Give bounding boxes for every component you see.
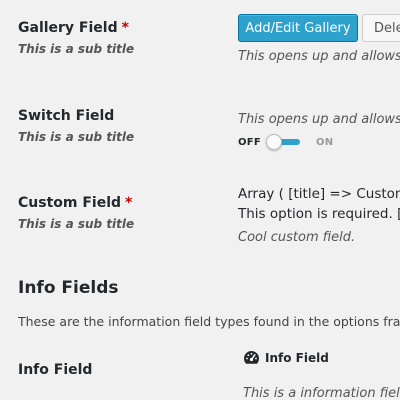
custom-field-subtitle: This is a sub title: [18, 217, 135, 231]
switch-field-description: This opens up and allows y: [238, 112, 400, 127]
gallery-field-label: Gallery Field: [18, 20, 118, 36]
info-fields-heading: Info Fields: [18, 278, 119, 298]
options-panel: Gallery Field * This is a sub title Add/E…: [0, 0, 400, 400]
custom-field-title: Custom Field *: [18, 195, 132, 211]
required-marker: *: [121, 20, 129, 36]
info-box-text: This is a information field: [243, 386, 400, 400]
info-box-title: Info Field: [265, 350, 329, 365]
required-marker: *: [125, 195, 133, 211]
switch-field-title: Switch Field: [18, 108, 115, 124]
switch-knob[interactable]: [266, 134, 282, 150]
delete-gallery-button[interactable]: Dele: [362, 14, 400, 42]
info-field-box-header: Info Field: [243, 350, 329, 365]
custom-field-label: Custom Field: [18, 195, 122, 211]
info-field-title: Info Field: [18, 362, 93, 378]
gallery-field-subtitle: This is a sub title: [18, 42, 135, 56]
switch-off-label: OFF: [238, 137, 262, 148]
switch-field-subtitle: This is a sub title: [18, 130, 135, 144]
switch-on-label: ON: [316, 137, 334, 148]
custom-field-array-output: Array ( [title] => Custom F: [238, 186, 400, 202]
gallery-field-title: Gallery Field *: [18, 20, 129, 36]
add-edit-gallery-button[interactable]: Add/Edit Gallery: [238, 14, 358, 42]
custom-field-description: Cool custom field.: [238, 230, 356, 245]
dashboard-icon: [243, 350, 260, 365]
switch-toggle[interactable]: OFF ON: [238, 134, 348, 152]
custom-field-required-notice: This option is required. [c: [238, 206, 400, 222]
info-fields-description: These are the information field types fo…: [18, 314, 400, 329]
gallery-field-description: This opens up and allows y: [238, 49, 400, 64]
